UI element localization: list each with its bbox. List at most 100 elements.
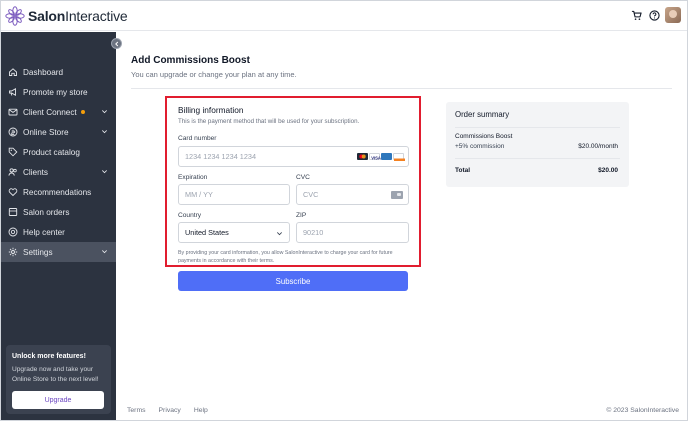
expiration-placeholder: MM / YY xyxy=(185,190,213,199)
top-bar: SalonInteractive xyxy=(1,1,687,31)
visa-icon: VISA xyxy=(369,153,381,160)
mastercard-icon xyxy=(357,153,368,160)
billing-subtitle: This is the payment method that will be … xyxy=(178,118,360,125)
tag-icon xyxy=(7,147,18,158)
order-summary-panel: Order summary Commissions Boost +5% comm… xyxy=(446,102,629,187)
sidebar-item-label: Clients xyxy=(23,167,49,177)
summary-item-row: +5% commission $20.00/month xyxy=(455,143,618,150)
footer-links: Terms Privacy Help xyxy=(127,407,208,414)
footer-link-help[interactable]: Help xyxy=(194,407,208,414)
sidebar-item-label: Product catalog xyxy=(23,147,80,157)
sidebar-item-recommendations[interactable]: Recommendations xyxy=(1,182,116,202)
help-circle-icon xyxy=(7,227,18,238)
sidebar-item-label: Recommendations xyxy=(23,187,92,197)
divider xyxy=(455,158,620,159)
cvc-card-icon xyxy=(391,191,403,199)
chevron-down-icon xyxy=(102,130,107,134)
upgrade-button[interactable]: Upgrade xyxy=(12,391,104,409)
store-icon xyxy=(7,127,18,138)
summary-item-detail: +5% commission xyxy=(455,143,505,150)
sidebar-item-salon-orders[interactable]: Salon orders xyxy=(1,202,116,222)
chevron-down-icon xyxy=(277,232,282,236)
footer-link-terms[interactable]: Terms xyxy=(127,407,146,414)
heart-icon xyxy=(7,187,18,198)
subscribe-button[interactable]: Subscribe xyxy=(178,271,408,291)
upgrade-promo-card: Unlock more features! Upgrade now and ta… xyxy=(6,345,111,414)
expiration-label: Expiration xyxy=(178,174,208,181)
sidebar-item-promote[interactable]: Promote my store xyxy=(1,82,116,102)
card-number-placeholder: 1234 1234 1234 1234 xyxy=(185,152,257,161)
user-avatar[interactable] xyxy=(665,7,681,23)
chevron-down-icon xyxy=(102,110,107,114)
billing-information-panel: Billing information This is the payment … xyxy=(165,96,421,267)
users-icon xyxy=(7,167,18,178)
top-icons xyxy=(629,7,681,23)
mail-icon xyxy=(7,107,18,118)
page-subtitle: You can upgrade or change your plan at a… xyxy=(131,70,297,79)
summary-total-label: Total xyxy=(455,167,471,174)
sidebar-item-label: Promote my store xyxy=(23,87,88,97)
country-label: Country xyxy=(178,212,202,219)
megaphone-icon xyxy=(7,87,18,98)
notification-dot xyxy=(80,110,85,114)
summary-total-value: $20.00 xyxy=(598,167,618,174)
sidebar-item-label: Dashboard xyxy=(23,67,64,77)
home-icon xyxy=(7,67,18,78)
chevron-left-icon xyxy=(114,41,118,46)
expiration-input[interactable]: MM / YY xyxy=(178,184,290,205)
sidebar-collapse-button[interactable] xyxy=(111,38,122,49)
svg-text:VISA: VISA xyxy=(371,155,381,160)
zip-label: ZIP xyxy=(296,212,307,219)
cart-icon[interactable] xyxy=(629,8,643,22)
sidebar-item-settings[interactable]: Settings xyxy=(1,242,116,262)
zip-placeholder: 90210 xyxy=(303,228,324,237)
sidebar-item-dashboard[interactable]: Dashboard xyxy=(1,62,116,82)
sidebar-item-label: Help center xyxy=(23,227,65,237)
footer-copyright: © 2023 SalonInteractive xyxy=(606,407,679,414)
help-icon[interactable] xyxy=(647,8,661,22)
sidebar-item-client-connect[interactable]: Client Connect xyxy=(1,102,116,122)
divider xyxy=(131,88,672,89)
card-brands: VISA xyxy=(357,153,405,161)
cvc-label: CVC xyxy=(296,174,310,181)
footer-link-privacy[interactable]: Privacy xyxy=(159,407,181,414)
order-summary-title: Order summary xyxy=(455,110,510,119)
cvc-placeholder: CVC xyxy=(303,190,319,199)
divider xyxy=(455,127,620,128)
page-title: Add Commissions Boost xyxy=(131,55,250,66)
billing-title: Billing information xyxy=(178,105,244,115)
discover-icon xyxy=(393,153,405,161)
sidebar-item-label: Client Connect xyxy=(23,107,77,117)
amex-icon xyxy=(381,153,392,160)
sidebar-item-online-store[interactable]: Online Store xyxy=(1,122,116,142)
sidebar-item-label: Settings xyxy=(23,247,53,257)
brand-logo[interactable]: SalonInteractive xyxy=(5,6,128,26)
billing-fine-print: By providing your card information, you … xyxy=(178,250,393,264)
sidebar-item-help-center[interactable]: Help center xyxy=(1,222,116,242)
flower-logo-icon xyxy=(5,6,25,26)
sidebar-item-label: Online Store xyxy=(23,127,69,137)
app-window: SalonInteractive Dashboard Promote my st… xyxy=(0,0,688,421)
card-number-label: Card number xyxy=(178,135,217,142)
country-value: United States xyxy=(185,228,229,237)
summary-item-name: Commissions Boost xyxy=(455,133,513,140)
gear-icon xyxy=(7,247,18,258)
promo-title: Unlock more features! xyxy=(12,353,86,360)
country-select[interactable]: United States xyxy=(178,222,290,243)
summary-item-price: $20.00/month xyxy=(578,143,618,150)
promo-text: Upgrade now and take your Online Store t… xyxy=(12,366,99,383)
card-number-input[interactable]: 1234 1234 1234 1234 VISA xyxy=(178,146,409,167)
sidebar-nav: Dashboard Promote my store Client Connec… xyxy=(1,62,116,262)
brand-name: SalonInteractive xyxy=(28,8,128,24)
zip-input[interactable]: 90210 xyxy=(296,222,409,243)
cvc-input[interactable]: CVC xyxy=(296,184,409,205)
chevron-down-icon xyxy=(102,170,107,174)
sidebar-item-label: Salon orders xyxy=(23,207,70,217)
footer: Terms Privacy Help © 2023 SalonInteracti… xyxy=(116,401,687,420)
main-content: Add Commissions Boost You can upgrade or… xyxy=(116,32,687,420)
sidebar-item-clients[interactable]: Clients xyxy=(1,162,116,182)
summary-total-row: Total $20.00 xyxy=(455,167,618,174)
chevron-down-icon xyxy=(102,250,107,254)
box-icon xyxy=(7,207,18,218)
sidebar-item-product-catalog[interactable]: Product catalog xyxy=(1,142,116,162)
